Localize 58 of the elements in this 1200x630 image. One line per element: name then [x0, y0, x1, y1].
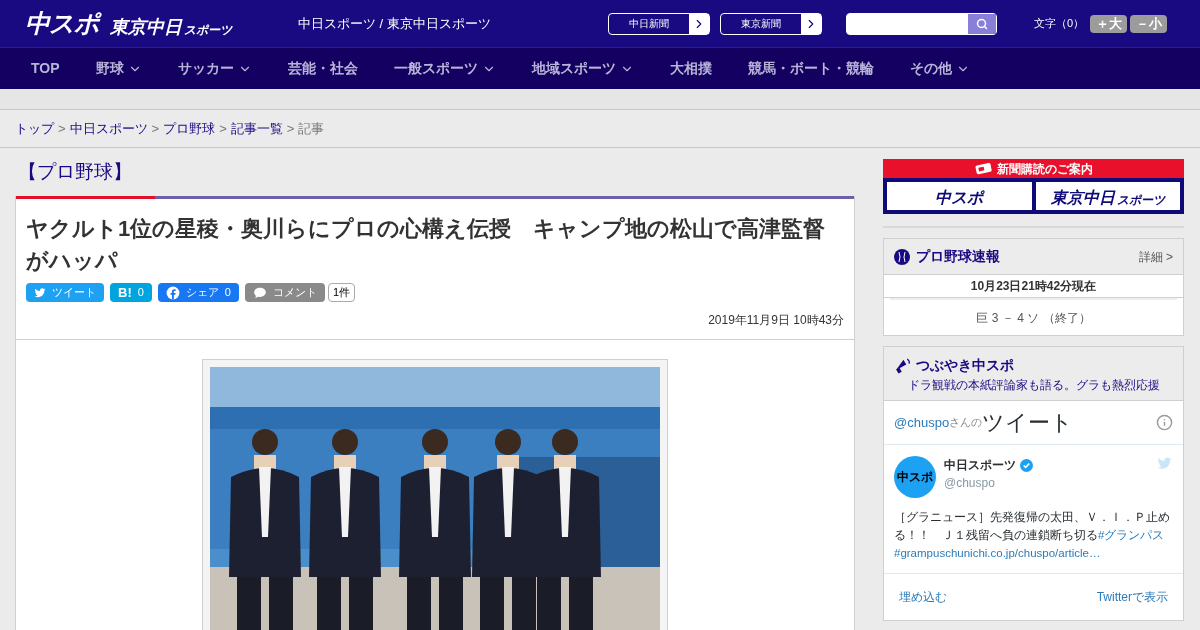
speech-bubble-icon — [252, 285, 267, 300]
footer-link[interactable]: Twitterで表示 — [1096, 588, 1168, 606]
info-icon[interactable] — [1156, 414, 1173, 431]
newspaper-link[interactable]: 東京新聞 — [720, 12, 822, 35]
update-time: 10月23日21時42分現在 — [884, 275, 1183, 298]
hashtag-link[interactable]: #グランパス — [1098, 529, 1165, 541]
panel-subtitle: ドラ観戦の本紙評論家も語る。グラも熱烈応援 — [907, 377, 1161, 394]
breadcrumb-link[interactable]: 中日スポーツ — [69, 118, 148, 139]
details-link[interactable]: 詳細 > — [1138, 247, 1173, 266]
search-button[interactable] — [968, 13, 996, 34]
baseball-icon — [894, 248, 910, 265]
nav-item[interactable]: 一般スポーツ — [393, 58, 496, 79]
breadcrumb-link[interactable]: トップ — [15, 118, 54, 139]
search-icon — [976, 17, 988, 30]
category-heading: 【プロ野球】 — [17, 159, 133, 184]
site-logo[interactable]: 中スポ — [25, 11, 99, 36]
game-score[interactable]: 巨 3 － 4 ソ （終了） — [890, 298, 1177, 335]
bird-icon — [1156, 456, 1173, 471]
nav-item[interactable]: 競馬・ボート・競輪 — [747, 58, 874, 79]
comment-count: 1件 — [327, 283, 356, 302]
site-title: 中日スポーツ / 東京中日スポーツ — [298, 14, 492, 33]
panel-title: つぶやき中スポ — [916, 356, 1014, 375]
search-field[interactable] — [846, 12, 997, 35]
handle-link[interactable]: @chuspo — [894, 412, 950, 433]
handle-suffix: さんの — [949, 416, 983, 429]
megaphone-icon — [894, 357, 911, 374]
breadcrumb-separator: > — [286, 119, 295, 138]
nav-item[interactable]: 芸能・社会 — [287, 58, 358, 79]
tweet-text: ［グラニュース］先発復帰の太田、Ｖ．Ｉ．Ｐ止める！！ Ｊ１残留へ負の連鎖断ち切る#グランパス #grampuschunichi.co.jp/chuspo/article… — [894, 510, 1171, 561]
breadcrumb-link[interactable]: プロ野球 — [163, 118, 216, 139]
newspaper-icon — [974, 162, 993, 175]
nav-item[interactable]: 野球 — [95, 58, 142, 79]
nav-item[interactable]: サッカー — [177, 58, 252, 79]
breadcrumb-separator: > — [219, 119, 227, 138]
subscribe-title: 新聞購読のご案内 — [996, 160, 1093, 178]
share-button[interactable]: シェア 0 — [157, 283, 239, 302]
site-logo[interactable]: 東京中日スポーツ — [110, 18, 233, 36]
facebook-icon — [165, 285, 180, 300]
bird-icon — [34, 286, 46, 299]
article-title: ヤクルト1位の星稜・奥川らにプロの心構え伝授 キャンプ地の松山で高津監督がハッパ — [26, 215, 827, 275]
breadcrumb-current: 記事 — [298, 119, 325, 138]
nav-item[interactable]: 地域スポーツ — [531, 58, 634, 79]
account-name[interactable]: 中日スポーツ — [944, 456, 1016, 474]
panel-title: プロ野球速報 — [916, 247, 1001, 266]
article-date: 2019年11月9日 10時43分 — [707, 312, 844, 329]
newspaper-logo[interactable]: 中スポ — [887, 182, 1032, 210]
breadcrumb-separator: > — [151, 119, 160, 138]
breadcrumb-separator: > — [58, 119, 66, 138]
timeline-heading: ツイート — [982, 409, 1075, 437]
nav-item[interactable]: TOP — [31, 58, 60, 79]
newspaper-link[interactable]: 中日新聞 — [608, 12, 710, 35]
footer-link[interactable]: 埋め込む — [899, 588, 947, 606]
breadcrumb-link[interactable]: 記事一覧 — [230, 118, 283, 139]
font-size-label: 文字（0） — [1034, 16, 1085, 32]
account-avatar[interactable]: 中スポ — [894, 456, 936, 498]
nav-item[interactable]: 大相撲 — [669, 58, 712, 79]
nav-item[interactable]: その他 — [909, 58, 970, 79]
hashtag-link[interactable]: #grampuschunichi.co.jp/chuspo/article… — [894, 547, 1101, 559]
